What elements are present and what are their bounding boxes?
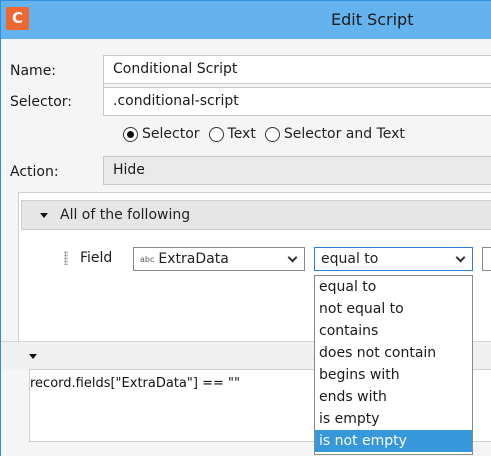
dropdown-option[interactable]: does not contain <box>315 342 472 364</box>
match-type-radio-group: Selector Text Selector and Text <box>123 126 414 142</box>
dropdown-option[interactable]: contains <box>315 320 472 342</box>
selector-field[interactable]: .conditional-script <box>104 87 491 116</box>
chevron-down-icon <box>455 252 466 263</box>
dropdown-option[interactable]: is empty <box>315 408 472 430</box>
radio-label: Text <box>227 126 256 142</box>
edit-script-window: C Edit Script Name: Conditional Script S… <box>0 0 491 456</box>
field-select[interactable]: abc ExtraData <box>133 247 305 271</box>
operator-dropdown-list[interactable]: equal to not equal to contains does not … <box>314 275 473 455</box>
window-title: Edit Script <box>331 10 414 29</box>
name-field[interactable]: Conditional Script <box>104 55 491 84</box>
radio-label: Selector <box>142 126 200 142</box>
radio-option-selector-and-text[interactable]: Selector and Text <box>264 126 405 142</box>
drag-handle-icon[interactable] <box>64 251 68 265</box>
dropdown-option[interactable]: not equal to <box>315 298 472 320</box>
action-label: Action: <box>10 164 59 180</box>
title-bar[interactable]: C Edit Script <box>1 1 491 39</box>
name-label: Name: <box>10 63 57 79</box>
selector-label: Selector: <box>10 94 72 110</box>
action-field[interactable]: Hide <box>104 156 491 185</box>
radio-selected-icon <box>123 126 138 142</box>
radio-unselected-icon <box>264 126 280 142</box>
operator-select[interactable]: equal to <box>314 247 473 271</box>
radio-unselected-icon <box>208 126 224 142</box>
caret-down-icon[interactable] <box>40 213 48 218</box>
radio-option-selector[interactable]: Selector <box>123 126 200 142</box>
field-select-value: ExtraData <box>158 251 229 267</box>
condition-group-label: All of the following <box>60 207 191 223</box>
script-code: record.fields["ExtraData"] == "" <box>30 376 240 391</box>
label-divider <box>103 55 104 116</box>
text-type-icon: abc <box>140 254 155 264</box>
label-divider <box>103 156 104 185</box>
condition-field-label: Field <box>80 250 113 266</box>
caret-down-icon[interactable] <box>29 354 37 359</box>
app-logo-icon: C <box>6 7 29 30</box>
radio-option-text[interactable]: Text <box>208 126 256 142</box>
dropdown-option[interactable]: begins with <box>315 364 472 386</box>
value-input[interactable] <box>482 247 491 271</box>
radio-label: Selector and Text <box>283 126 405 142</box>
dropdown-option-highlighted[interactable]: is not empty <box>315 430 472 452</box>
chevron-down-icon <box>287 252 298 263</box>
dropdown-option[interactable]: equal to <box>315 276 472 298</box>
dropdown-option[interactable]: ends with <box>315 386 472 408</box>
operator-select-value: equal to <box>321 251 379 267</box>
condition-group-header[interactable]: All of the following <box>21 200 491 230</box>
